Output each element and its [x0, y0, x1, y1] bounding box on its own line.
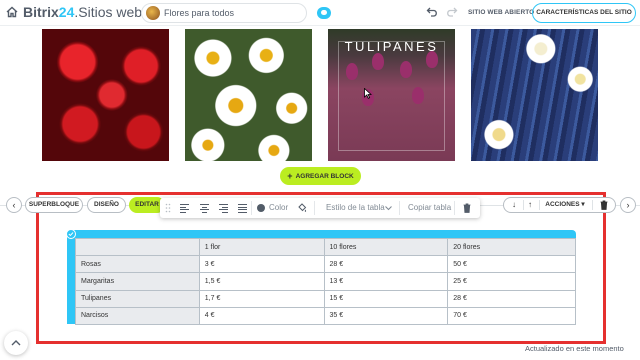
block-actions-group: ↓ ↑ ACCIONES ▾: [503, 197, 616, 213]
table-cell[interactable]: 1,5 €: [198, 272, 325, 291]
arrow-down-icon[interactable]: ↓: [507, 198, 521, 212]
trash-icon[interactable]: [463, 203, 471, 213]
table-row: Rosas 3 € 28 € 50 €: [75, 255, 576, 274]
table-row: Tulipanes 1,7 € 15 € 28 €: [75, 289, 576, 308]
table-row: Margaritas 1,5 € 13 € 25 €: [75, 272, 576, 291]
home-icon[interactable]: [6, 6, 18, 18]
toolbar-separator: [454, 201, 455, 215]
table-header-row: 1 flor 10 flores 20 flores: [75, 237, 576, 257]
table-header-cell[interactable]: 10 flores: [323, 237, 449, 257]
save-status: Actualizado en este momento: [525, 344, 624, 353]
superblock-button[interactable]: SUPERBLOQUE: [25, 197, 83, 213]
align-left-icon[interactable]: [180, 204, 189, 213]
color-button[interactable]: Color: [269, 198, 288, 218]
site-settings-button[interactable]: CARACTERÍSTICAS DEL SITIO: [532, 3, 636, 23]
toolbar-separator: [314, 201, 315, 215]
site-thumbnail: [146, 6, 160, 20]
toolbar-separator: [251, 201, 252, 215]
table-cell[interactable]: 25 €: [447, 272, 576, 291]
plus-icon: +: [287, 171, 293, 181]
site-selector[interactable]: Flores para todos: [141, 3, 307, 23]
add-block-button[interactable]: + AGREGAR BLOCK: [280, 167, 361, 185]
chevron-down-icon[interactable]: [385, 206, 392, 211]
paint-bucket-icon[interactable]: [297, 203, 307, 213]
redo-icon[interactable]: [446, 6, 458, 18]
table-cell[interactable]: 15 €: [323, 289, 449, 308]
table-cell[interactable]: 28 €: [323, 255, 449, 274]
open-site-link[interactable]: SITIO WEB ABIERTO: [468, 9, 534, 16]
copy-table-button[interactable]: Copiar tabla: [408, 198, 451, 218]
brand-logo: Bitrix24.Sitios web: [23, 4, 143, 20]
actions-separator: [539, 200, 540, 210]
cursor-icon: [364, 88, 372, 99]
site-name: Flores para todos: [164, 8, 235, 18]
align-right-icon[interactable]: [219, 204, 228, 213]
top-bar: Bitrix24.Sitios web Flores para todos SI…: [0, 0, 640, 26]
table-row-header[interactable]: Tulipanes: [75, 289, 200, 308]
align-center-icon[interactable]: [200, 204, 209, 213]
arrow-right-icon[interactable]: ›: [620, 197, 636, 213]
table-style-dropdown[interactable]: Estilo de la tabla: [326, 198, 385, 218]
trash-icon[interactable]: [600, 200, 608, 210]
actions-dropdown[interactable]: ACCIONES ▾: [543, 198, 587, 212]
price-table: 1 flor 10 flores 20 flores Rosas 3 € 28 …: [75, 237, 576, 325]
roses-image: [42, 29, 169, 161]
format-toolbar: Color Estilo de la tabla Copiar tabla: [160, 198, 480, 218]
daisies-image: [185, 29, 312, 161]
table-row-header[interactable]: Rosas: [75, 255, 200, 274]
tulips-title: TULIPANES: [344, 39, 439, 54]
table-cell[interactable]: 3 €: [198, 255, 325, 274]
table-row-header[interactable]: Margaritas: [75, 272, 200, 291]
table-cell[interactable]: 35 €: [323, 306, 449, 325]
scroll-up-button[interactable]: [4, 331, 28, 355]
table-header-cell[interactable]: 20 flores: [447, 237, 576, 257]
table-row-header[interactable]: Narcisos: [75, 306, 200, 325]
table-cell[interactable]: 50 €: [447, 255, 576, 274]
table-cell[interactable]: 28 €: [447, 289, 576, 308]
toolbar-separator: [399, 201, 400, 215]
undo-icon[interactable]: [426, 6, 438, 18]
arrow-left-icon[interactable]: ‹: [6, 197, 22, 213]
tulips-frame: [338, 41, 445, 151]
actions-separator: [592, 200, 593, 210]
daffodils-image: [471, 29, 598, 161]
table-cell[interactable]: 4 €: [198, 306, 325, 325]
cloud-icon[interactable]: [317, 7, 331, 19]
arrow-up-icon[interactable]: ↑: [523, 198, 537, 212]
table-cell[interactable]: 1,7 €: [198, 289, 325, 308]
color-dot-icon: [257, 204, 265, 212]
table-header-cell[interactable]: 1 flor: [198, 237, 325, 257]
table-header-cell[interactable]: [75, 237, 200, 257]
align-justify-icon[interactable]: [238, 204, 247, 213]
table-cell[interactable]: 70 €: [447, 306, 576, 325]
table-row: Narcisos 4 € 35 € 70 €: [75, 306, 576, 325]
design-button[interactable]: DISEÑO: [87, 197, 126, 213]
table-cell[interactable]: 13 €: [323, 272, 449, 291]
tulips-image[interactable]: TULIPANES: [328, 29, 455, 161]
drag-handle-icon[interactable]: [165, 203, 171, 213]
scroll-up-icon: [11, 340, 21, 346]
